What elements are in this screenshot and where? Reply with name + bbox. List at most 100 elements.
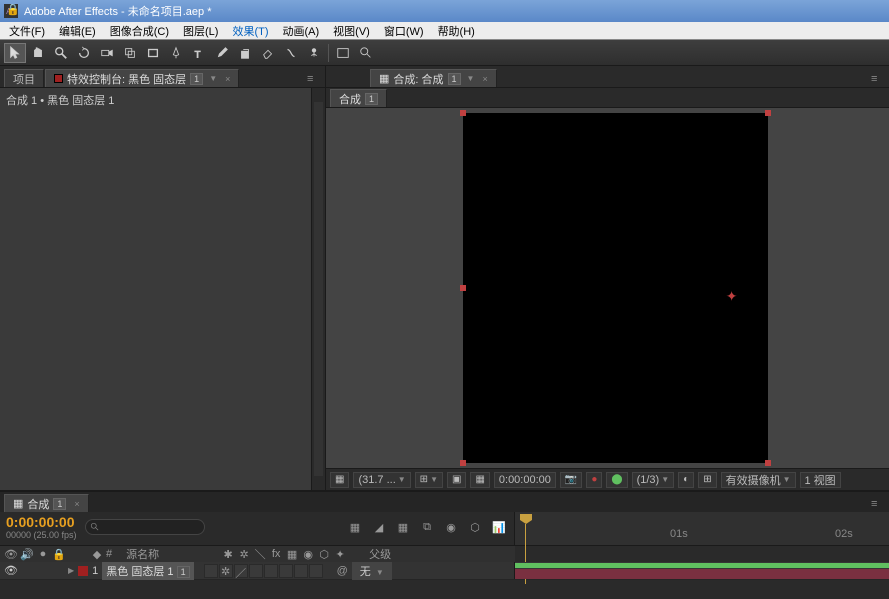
switch-icon[interactable]: ◉ (301, 547, 315, 561)
handle-tr[interactable] (765, 110, 771, 116)
handle-ml[interactable] (460, 285, 466, 291)
grid-icon[interactable]: ⊞ (698, 472, 716, 488)
close-icon[interactable]: × (482, 74, 487, 84)
switch-icon[interactable]: ▦ (285, 547, 299, 561)
menu-view[interactable]: 视图(V) (326, 22, 377, 40)
workspace-icon[interactable] (332, 43, 354, 63)
panel-menu-icon[interactable]: ≡ (871, 498, 885, 512)
handle-bl[interactable] (460, 460, 466, 466)
menu-effect[interactable]: 效果(T) (225, 22, 275, 40)
switch-icon[interactable]: ＼ (253, 547, 267, 561)
scrollbar[interactable] (311, 88, 325, 490)
always-preview-icon[interactable]: ▦ (330, 472, 349, 488)
menu-window[interactable]: 窗口(W) (377, 22, 431, 40)
col-parent[interactable]: 父级 (369, 546, 391, 562)
search-input[interactable] (85, 519, 205, 535)
switch-icon[interactable]: ⬡ (317, 547, 331, 561)
layer-duration-bar[interactable] (515, 563, 889, 568)
speaker-col-icon[interactable]: 🔊 (20, 547, 34, 561)
current-time[interactable]: 0:00:00:00 (494, 472, 556, 488)
parent-dropdown[interactable]: 无 ▼ (352, 562, 392, 580)
camera-dropdown[interactable]: 有效摄像机▼ (721, 472, 796, 488)
panel-menu-icon[interactable]: ≡ (307, 73, 321, 87)
rotate-tool[interactable] (73, 43, 95, 63)
anchor-point-icon[interactable]: ✦ (726, 288, 738, 305)
menu-composition[interactable]: 图像合成(C) (103, 22, 176, 40)
switch-fx[interactable] (249, 564, 263, 578)
close-icon[interactable]: × (225, 74, 230, 84)
motion-blur-icon[interactable]: ◉ (442, 518, 460, 536)
col-num[interactable]: # (106, 548, 112, 560)
zoom-dropdown[interactable]: (31.7 ...▼ (353, 472, 410, 488)
roto-tool[interactable] (280, 43, 302, 63)
switch-frameblend[interactable] (264, 564, 278, 578)
subtab-composition[interactable]: 合成 1 (330, 89, 387, 107)
menu-animation[interactable]: 动画(A) (276, 22, 327, 40)
lock-col-icon[interactable]: 🔒 (52, 547, 66, 561)
puppet-tool[interactable] (303, 43, 325, 63)
graph-editor-icon[interactable]: 📊 (490, 518, 508, 536)
handle-br[interactable] (765, 460, 771, 466)
switch-3d[interactable] (309, 564, 323, 578)
clone-tool[interactable] (234, 43, 256, 63)
switch-adj[interactable] (294, 564, 308, 578)
layer-color-swatch[interactable] (78, 566, 88, 576)
eraser-tool[interactable] (257, 43, 279, 63)
draft3d-icon[interactable]: ▦ (394, 518, 412, 536)
chevron-down-icon[interactable]: ▼ (209, 74, 217, 83)
exposure-icon[interactable]: ◐ (678, 472, 694, 488)
solo-col-icon[interactable]: ● (36, 547, 50, 561)
switch-icon[interactable]: ✲ (237, 547, 251, 561)
time-ruler[interactable]: 01s 02s (515, 512, 889, 546)
menu-edit[interactable]: 编辑(E) (52, 22, 103, 40)
comp-mini-icon[interactable]: ▦ (346, 518, 364, 536)
camera-tool[interactable] (96, 43, 118, 63)
close-icon[interactable]: × (74, 499, 79, 509)
tab-project[interactable]: 项目 (4, 69, 44, 87)
col-source[interactable]: 源名称 (126, 546, 159, 562)
switch-icon[interactable]: ✦ (333, 547, 347, 561)
brush-tool[interactable] (211, 43, 233, 63)
color-mgmt-icon[interactable]: ⬤ (606, 472, 627, 488)
label-col-icon[interactable]: ◆ (90, 547, 104, 561)
switch-icon[interactable]: fx (269, 547, 283, 561)
layer-row[interactable]: 👁 ▶ 1 黑色 固态层 1 1 ✲ ／ @ 无 ▼ (0, 562, 889, 580)
panel-menu-icon[interactable]: ≡ (871, 73, 885, 87)
search-help-icon[interactable] (355, 43, 377, 63)
menu-file[interactable]: 文件(F) (2, 22, 52, 40)
eye-col-icon[interactable]: 👁 (4, 547, 18, 561)
visibility-toggle[interactable]: 👁 (4, 564, 18, 577)
pen-tool[interactable] (165, 43, 187, 63)
zoom-tool[interactable] (50, 43, 72, 63)
switch-quality[interactable]: ／ (234, 564, 248, 578)
brainstorm-icon[interactable]: ⬡ (466, 518, 484, 536)
views-dropdown[interactable]: 1 视图 (800, 472, 841, 488)
res-ratio[interactable]: (1/3)▼ (632, 472, 675, 488)
rectangle-tool[interactable] (142, 43, 164, 63)
composition-canvas[interactable]: ✦ (463, 113, 768, 463)
text-tool[interactable]: T (188, 43, 210, 63)
layer-bar-area[interactable] (515, 562, 889, 579)
timecode[interactable]: 0:00:00:00 (6, 514, 77, 530)
menu-help[interactable]: 帮助(H) (431, 22, 482, 40)
hand-tool[interactable] (27, 43, 49, 63)
switch-shy[interactable] (204, 564, 218, 578)
tab-effect-controls[interactable]: 特效控制台: 黑色 固态层 1 ▼ × (45, 69, 239, 87)
switch-icon[interactable]: ✱ (221, 547, 235, 561)
handle-tl[interactable] (460, 110, 466, 116)
timeline-tab[interactable]: ▦ 合成 1 × (4, 494, 89, 512)
parent-pickwhip-icon[interactable]: @ (337, 565, 348, 577)
frame-blend-icon[interactable]: ⧉ (418, 518, 436, 536)
layer-bar[interactable] (515, 569, 889, 579)
shy-icon[interactable]: ◢ (370, 518, 388, 536)
lock-icon[interactable]: 🔒 (6, 3, 20, 16)
viewer-canvas-area[interactable]: ✦ (326, 108, 889, 468)
switch-mb[interactable] (279, 564, 293, 578)
channel-icon[interactable]: ● (586, 472, 602, 488)
pan-behind-tool[interactable] (119, 43, 141, 63)
resolution-dropdown[interactable]: ⊞▼ (415, 472, 443, 488)
transparency-icon[interactable]: ▦ (470, 472, 489, 488)
chevron-down-icon[interactable]: ▼ (467, 74, 475, 83)
switch-collapse[interactable]: ✲ (219, 564, 233, 578)
roi-icon[interactable]: ▣ (447, 472, 466, 488)
